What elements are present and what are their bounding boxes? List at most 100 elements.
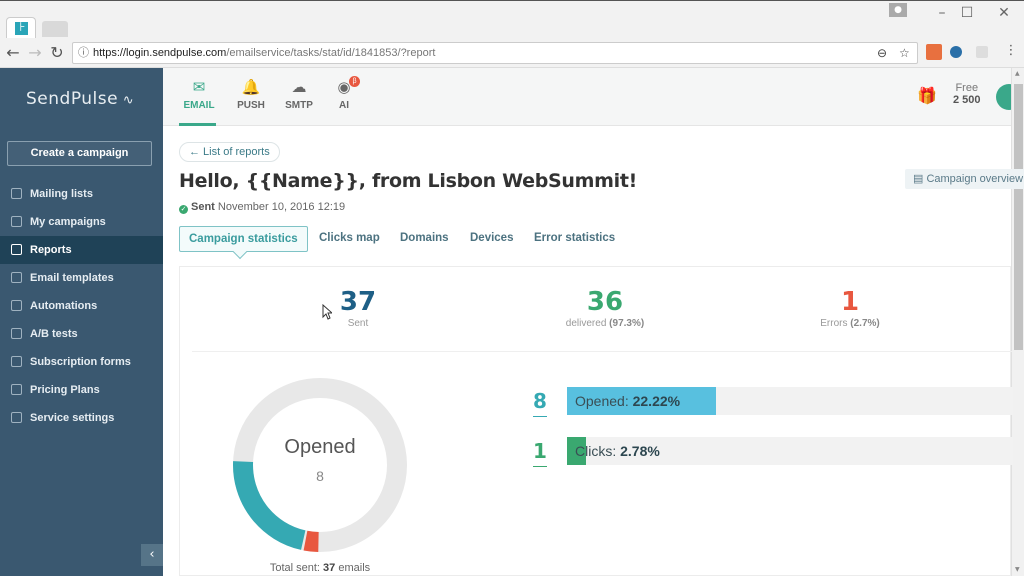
sidebar-item-subscription-forms[interactable]: Subscription forms — [0, 348, 163, 376]
sidebar-item-label: Mailing lists — [30, 188, 93, 200]
sidebar-item-ab-tests[interactable]: A/B tests — [0, 320, 163, 348]
email-icon: ✉ — [192, 79, 206, 96]
list-icon — [11, 188, 22, 199]
page-title: Hello, {{Name}}, from Lisbon WebSummit! — [179, 170, 638, 192]
back-icon[interactable]: ← — [4, 43, 22, 62]
stat-sent: 37 Sent — [258, 287, 458, 329]
tab-error-statistics[interactable]: Error statistics — [534, 226, 615, 252]
delivered-label: delivered (97.3%) — [565, 318, 645, 329]
status-label: Sent — [191, 201, 215, 213]
donut-center-value: 8 — [316, 468, 324, 484]
opened-bar-track: Opened: 22.22% — [567, 387, 1013, 415]
product-label: AI — [339, 100, 349, 111]
sidebar-item-mailing-lists[interactable]: Mailing lists — [0, 180, 163, 208]
plan-info[interactable]: Free 2 500 — [953, 82, 981, 106]
extension-image-off-icon[interactable] — [926, 44, 942, 60]
profile-icon[interactable]: ● — [889, 3, 907, 17]
product-label: SMTP — [285, 100, 313, 111]
sidebar-item-email-templates[interactable]: Email templates — [0, 264, 163, 292]
browser-tab-active[interactable]: ⺊ — [6, 17, 36, 39]
opened-bar-label: Opened: 22.22% — [575, 393, 681, 409]
opened-donut-chart: Opened 8 — [233, 378, 407, 552]
scroll-down-icon[interactable]: ▼ — [1015, 566, 1020, 573]
bookmark-star-icon[interactable]: ☆ — [899, 43, 910, 63]
gift-icon[interactable]: 🎁 — [917, 86, 937, 105]
sidebar-item-label: Service settings — [30, 412, 115, 424]
upload-icon — [11, 216, 22, 227]
sidebar-item-label: My campaigns — [30, 216, 106, 228]
maximize-button[interactable]: ☐ — [957, 5, 977, 21]
sidebar: SendPulse ∿ Create a campaign Mailing li… — [0, 68, 163, 576]
settings-icon — [11, 412, 22, 423]
stat-delivered: 36 delivered (97.3%) — [505, 287, 705, 329]
delivered-count: 36 — [586, 287, 624, 317]
overview-label: Campaign overview — [926, 173, 1024, 185]
page-scrollbar[interactable]: ▲ ▼ — [1011, 68, 1024, 576]
clicks-count-link[interactable]: 1 — [533, 437, 547, 467]
card-icon — [11, 384, 22, 395]
form-icon — [11, 356, 22, 367]
tab-domains[interactable]: Domains — [400, 226, 449, 252]
sidebar-item-service-settings[interactable]: Service settings — [0, 404, 163, 432]
translate-icon[interactable] — [976, 46, 988, 58]
sendpulse-favicon: ⺊ — [15, 22, 28, 35]
plan-label: Free — [955, 82, 979, 94]
campaign-overview-button[interactable]: ▤ Campaign overview — [905, 169, 1024, 189]
scroll-thumb[interactable] — [1014, 84, 1023, 350]
cloud-upload-icon: ☁ — [291, 79, 307, 96]
address-bar[interactable]: ⓘ https://login.sendpulse.com/emailservic… — [72, 42, 918, 64]
clicks-bar-track: Clicks: 2.78% — [567, 437, 1013, 465]
sidebar-item-label: Email templates — [30, 272, 114, 284]
tab-clicks-map[interactable]: Clicks map — [319, 226, 380, 252]
sent-count: 37 — [339, 287, 377, 317]
sidebar-item-automations[interactable]: Automations — [0, 292, 163, 320]
new-tab-button[interactable] — [42, 21, 68, 37]
url-path: /emailservice/tasks/stat/id/1841853/?rep… — [226, 47, 436, 59]
info-icon[interactable]: ⓘ — [78, 43, 89, 63]
product-tab-ai[interactable]: ◉ AI β — [319, 76, 369, 111]
product-tab-email[interactable]: ✉ EMAIL — [174, 78, 224, 111]
collapse-sidebar-chevron-icon[interactable]: ‹ — [141, 544, 163, 566]
browser-menu-icon[interactable]: ⋮ — [1002, 43, 1020, 58]
sidebar-item-label: A/B tests — [30, 328, 78, 340]
sidebar-item-label: Subscription forms — [30, 356, 131, 368]
product-bar: ✉ EMAIL 🔔 PUSH ☁ SMTP ◉ AI β 🎁 Free 2 500 — [163, 68, 1022, 126]
mouse-cursor-icon — [322, 304, 332, 320]
campaign-stats-panel: 37 Sent 36 delivered (97.3%) 1 Errors (2… — [179, 266, 1013, 576]
create-campaign-button[interactable]: Create a campaign — [7, 141, 152, 166]
tab-campaign-statistics[interactable]: Campaign statistics — [179, 226, 308, 252]
donut-center-label: Opened — [284, 436, 355, 458]
beta-badge: β — [349, 76, 360, 87]
sendpulse-logo[interactable]: SendPulse ∿ — [26, 89, 134, 109]
sent-date: November 10, 2016 12:19 — [217, 201, 346, 213]
list-of-reports-link[interactable]: ← List of reports — [179, 142, 280, 162]
metric-opened: 8 Opened: 22.22% — [533, 387, 1013, 417]
sidebar-item-label: Reports — [30, 244, 72, 256]
ab-test-icon — [11, 328, 22, 339]
zoom-out-icon[interactable]: ⊖ — [877, 43, 887, 63]
sent-status: ✓ Sent November 10, 2016 12:19 — [179, 201, 345, 214]
url-host: https://login.sendpulse.com — [93, 47, 227, 59]
opened-count-link[interactable]: 8 — [533, 387, 547, 417]
reload-icon[interactable]: ↻ — [48, 43, 66, 62]
errors-label: Errors (2.7%) — [820, 318, 880, 329]
automation-icon — [11, 300, 22, 311]
scroll-up-icon[interactable]: ▲ — [1015, 70, 1020, 77]
metric-clicks: 1 Clicks: 2.78% — [533, 437, 1013, 467]
tab-devices[interactable]: Devices — [470, 226, 513, 252]
document-icon: ▤ — [913, 173, 927, 185]
product-tab-push[interactable]: 🔔 PUSH — [226, 78, 276, 111]
plan-value: 2 500 — [953, 94, 981, 106]
close-window-button[interactable]: ✕ — [994, 5, 1014, 21]
sidebar-item-my-campaigns[interactable]: My campaigns — [0, 208, 163, 236]
sent-label: Sent — [347, 318, 369, 329]
product-tab-smtp[interactable]: ☁ SMTP — [274, 78, 324, 111]
chart-icon — [11, 244, 22, 255]
extension-icon[interactable] — [950, 46, 962, 58]
minimize-button[interactable]: – — [932, 5, 952, 21]
sidebar-item-pricing-plans[interactable]: Pricing Plans — [0, 376, 163, 404]
stats-divider — [192, 351, 1012, 352]
sidebar-item-reports[interactable]: Reports — [0, 236, 163, 264]
bell-icon: 🔔 — [241, 79, 261, 96]
forward-icon[interactable]: → — [26, 43, 44, 62]
